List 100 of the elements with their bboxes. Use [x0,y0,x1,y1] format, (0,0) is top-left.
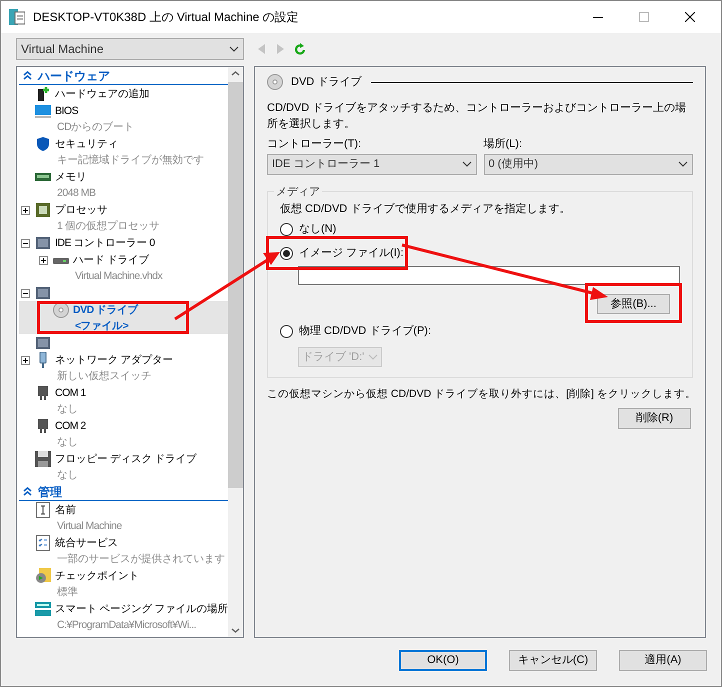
section-heading[interactable]: ハードウェア [38,67,110,84]
controller-dropdown[interactable]: IDE コントローラー 1 [267,154,476,174]
panel-description: CD/DVD ドライブをアタッチするため、コントローラーおよびコントローラー上の場所を選択します。 [267,100,688,132]
radio-button[interactable] [280,246,293,260]
tree-item-label: スマート ページング ファイルの場所 [55,602,228,617]
controller-icon [35,235,51,251]
tree-item-label: メモリ [55,170,88,185]
tree-item-label: ハード ドライブ [73,253,150,268]
field-label: 場所(L): [484,137,523,152]
tree-item[interactable]: フロッピー ディスク ドライブ なし [19,450,228,483]
browse-button[interactable]: 参照(B)... [597,294,670,314]
collapse-chevrons-icon [23,71,32,80]
tree-item[interactable]: BIOS CDからのブート [19,102,228,135]
checklist-icon [35,535,51,551]
tree-item[interactable]: COM 1 なし [19,384,228,417]
close-icon [685,12,695,22]
tree-item-detail: なし [57,435,79,450]
tree-item-label: チェックポイント [55,569,139,584]
tree-item-detail: 標準 [57,585,79,600]
expand-toggle[interactable] [21,356,30,364]
scroll-down-icon [231,628,240,633]
expand-toggle[interactable] [21,206,30,214]
tree-item-detail: 新しい仮想スイッチ [57,369,152,384]
add-hardware-icon [35,86,51,102]
tree-item[interactable]: ネットワーク アダプター 新しい仮想スイッチ [19,351,228,384]
dialog-button[interactable]: OK(O) [399,650,487,671]
scrollbar[interactable] [228,67,243,637]
window-title: DESKTOP-VT0K38D 上の Virtual Machine の設定 [33,9,299,26]
vm-dropdown[interactable]: Virtual Machine [16,38,244,60]
remove-note: この仮想マシンから仮想 CD/DVD ドライブを取り外すには、[削除] をクリックします。 [267,387,693,402]
controller-icon [35,285,51,301]
radio-label[interactable]: 物理 CD/DVD ドライブ(P): [299,322,431,340]
radio-label[interactable]: イメージ ファイル(I): [299,244,404,262]
tree-item[interactable]: ハード ドライブ Virtual Machine.vhdx [19,251,228,284]
radio-label[interactable]: なし(N) [299,220,336,238]
tree-item-label: 名前 [55,503,77,518]
chevron-down-icon [678,161,688,167]
tree-item-label: BIOS [55,104,80,119]
tree-item-label: ハードウェアの追加 [55,87,150,102]
tree-item[interactable]: セキュリティ キー記憶域ドライブが無効です [19,135,228,168]
expand-toggle[interactable] [39,256,48,264]
monitor-icon [35,103,51,119]
image-file-field[interactable] [298,266,680,285]
shield-icon [35,136,51,152]
tree-item-detail: 1 個の仮想プロセッサ [57,219,160,234]
tree-item[interactable]: IDE コントローラー 0 [19,234,228,251]
section-heading[interactable]: 管理 [38,482,62,500]
media-description: 仮想 CD/DVD ドライブで使用するメディアを指定します。 [280,202,572,216]
tree-item[interactable]: スマート ページング ファイルの場所 C:¥ProgramData¥Microsoft¥Wi... [19,600,228,633]
tree-item[interactable]: ハードウェアの追加 [19,85,228,102]
tree-item-detail: C:¥ProgramData¥Microsoft¥Wi... [57,618,198,633]
text-cursor-icon [35,502,51,518]
tree-item-label: プロセッサ [55,203,108,218]
scroll-up-icon [231,71,240,76]
chevron-down-icon [462,161,472,167]
chevron-down-icon [368,354,378,360]
tree-item[interactable]: チェックポイント 標準 [19,567,228,600]
tree-item[interactable]: 名前 Virtual Machine [19,501,228,534]
panel-title: DVD ドライブ [291,74,362,90]
tree-item-label: COM 1 [55,386,86,401]
tree-item[interactable]: メモリ 2048 MB [19,168,228,201]
serial-port-icon [35,385,51,401]
dialog-button[interactable]: 適用(A) [619,650,707,671]
tree-item-detail: なし [57,468,79,483]
tree-item[interactable]: プロセッサ 1 個の仮想プロセッサ [19,201,228,234]
chevron-down-icon [229,46,239,52]
tree-item-label: DVD ドライブ [73,303,138,318]
tree-item-label: 統合サービス [55,536,119,551]
tree-item-label: フロッピー ディスク ドライブ [55,452,196,467]
tree-item-label: ネットワーク アダプター [55,353,173,368]
tree-item[interactable]: 統合サービス 一部のサービスが提供されています [19,534,228,567]
disc-icon [267,74,283,90]
radio-button[interactable] [280,222,293,236]
tree-item-detail: キー記憶域ドライブが無効です [57,153,204,168]
tree-item-detail: Virtual Machine.vhdx [75,269,162,284]
field-label: コントローラー(T): [267,137,362,152]
tree-item-detail: 一部のサービスが提供されています [57,552,225,567]
serial-port-icon [35,418,51,434]
collapse-toggle[interactable] [21,288,30,298]
collapse-toggle[interactable] [21,238,30,248]
processor-icon [35,202,51,218]
collapse-chevrons-icon [23,487,32,496]
tree-item-detail: 2048 MB [57,186,96,201]
disc-icon [53,302,69,318]
tree-item-detail: なし [57,402,79,417]
remove-button[interactable]: 削除(R) [618,408,691,429]
location-dropdown[interactable]: 0 (使用中) [484,154,693,174]
checkpoint-icon [35,568,51,584]
tree-item-label: COM 2 [55,419,86,434]
refresh-icon[interactable] [294,42,306,56]
tree-item-label: セキュリティ [55,137,119,152]
tree-item[interactable]: COM 2 なし [19,417,228,450]
tree-item-detail: <ファイル> [75,319,130,334]
dialog-button[interactable]: キャンセル(C) [509,650,597,671]
tree-item-detail: CDからのブート [57,120,134,135]
tree-item-label: IDE コントローラー 0 [55,236,155,251]
controller-icon [35,335,51,351]
radio-button[interactable] [280,324,293,338]
paging-file-icon [35,601,51,617]
tree-item-detail: Virtual Machine [57,519,122,534]
